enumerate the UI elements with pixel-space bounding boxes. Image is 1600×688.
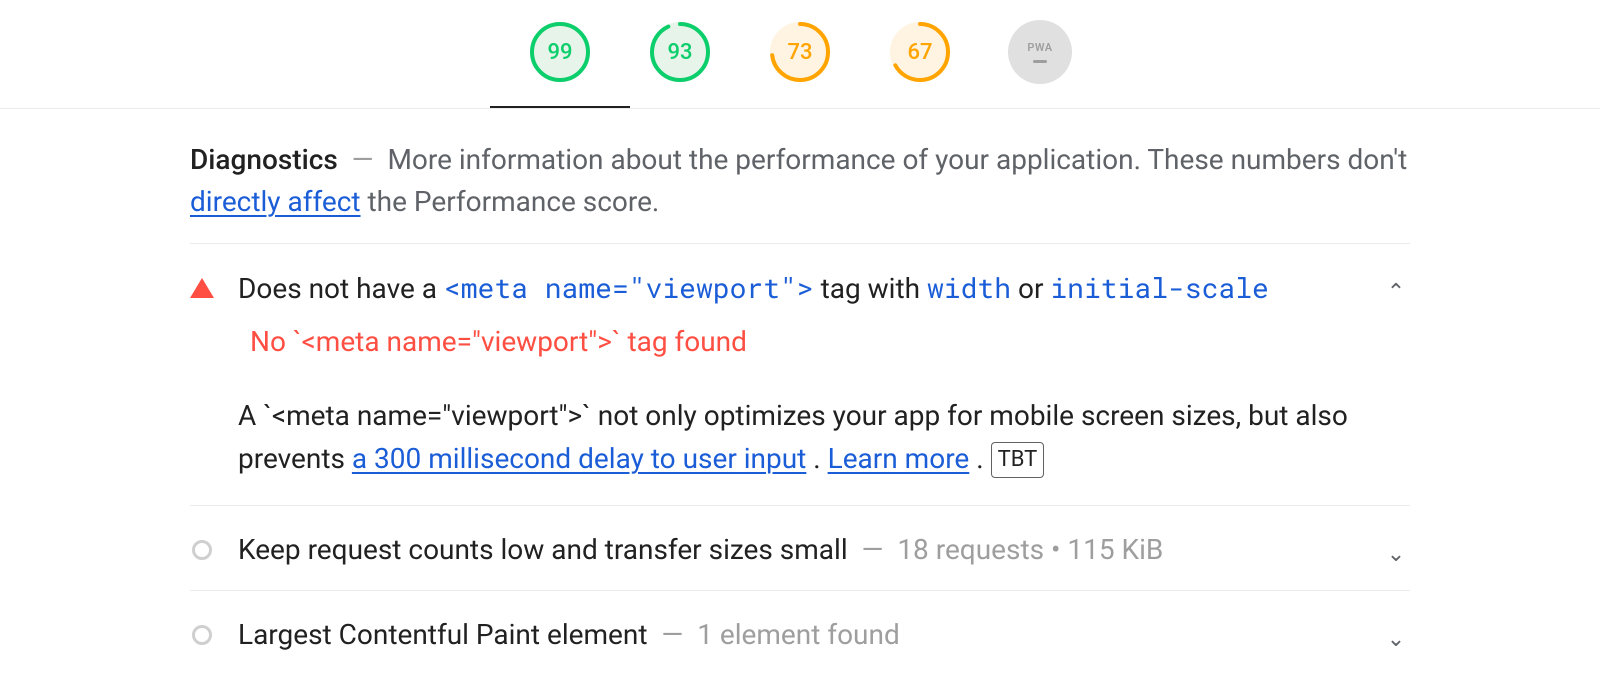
audit-dash: —: [862, 533, 884, 566]
pwa-dash-icon: [1033, 60, 1047, 63]
score-gauge-pwa[interactable]: PWA: [1008, 20, 1072, 84]
audit-viewport-error: No `<meta name="viewport">` tag found: [238, 310, 1358, 363]
audit-title-text: or: [1018, 272, 1050, 305]
audit-desc-text: .: [813, 442, 827, 475]
audit-viewport-description: A `<meta name="viewport">` not only opti…: [238, 364, 1358, 487]
score-value: 99: [528, 20, 592, 84]
triangle-error-icon: [190, 276, 214, 300]
audit-lcp-detail: 1 element found: [697, 618, 900, 651]
diagnostics-desc-after: the Performance score.: [367, 185, 659, 218]
audit-request-counts-title[interactable]: Keep request counts low and transfer siz…: [238, 528, 1358, 571]
diagnostics-link-directly-affect[interactable]: directly affect: [190, 185, 361, 218]
link-learn-more[interactable]: Learn more: [828, 442, 970, 475]
diagnostics-dash: —: [345, 143, 388, 176]
chevron-up-icon[interactable]: ⌃: [1382, 276, 1410, 310]
audit-lcp-title[interactable]: Largest Contentful Paint element — 1 ele…: [238, 613, 1358, 656]
audit-request-counts: Keep request counts low and transfer siz…: [190, 506, 1410, 591]
score-value: 93: [648, 20, 712, 84]
code-snippet: initial-scale: [1050, 269, 1268, 306]
circle-neutral-icon: [190, 538, 214, 562]
link-300ms-delay[interactable]: a 300 millisecond delay to user input: [352, 442, 806, 475]
score-gauge-best-practices[interactable]: 73: [768, 20, 832, 84]
audit-title-text: Keep request counts low and transfer siz…: [238, 533, 848, 566]
diagnostics-section: Diagnostics — More information about the…: [190, 109, 1410, 675]
score-value: 73: [768, 20, 832, 84]
score-gauge-accessibility[interactable]: 93: [648, 20, 712, 84]
pwa-label: PWA: [1027, 41, 1052, 54]
score-gauge-seo[interactable]: 67: [888, 20, 952, 84]
score-gauges: 99 93 73 67 PWA: [0, 0, 1600, 109]
chevron-down-icon[interactable]: ⌄: [1382, 538, 1410, 572]
tbt-badge: TBT: [991, 442, 1045, 478]
audit-title-text: Does not have a: [238, 272, 444, 305]
code-snippet: <meta name="viewport">: [444, 269, 814, 306]
score-value: 67: [888, 20, 952, 84]
chevron-down-icon[interactable]: ⌄: [1382, 623, 1410, 657]
diagnostics-desc-before: More information about the performance o…: [387, 143, 1407, 176]
code-snippet: width: [927, 269, 1011, 306]
diagnostics-title: Diagnostics: [190, 143, 338, 176]
audit-viewport: Does not have a <meta name="viewport"> t…: [190, 244, 1410, 506]
audit-desc-text: .: [976, 442, 990, 475]
audit-lcp-element: Largest Contentful Paint element — 1 ele…: [190, 591, 1410, 675]
diagnostics-header: Diagnostics — More information about the…: [190, 139, 1410, 244]
audit-title-text: Largest Contentful Paint element: [238, 618, 648, 651]
audit-viewport-title[interactable]: Does not have a <meta name="viewport"> t…: [238, 266, 1358, 310]
audit-request-counts-detail: 18 requests • 115 KiB: [897, 533, 1163, 566]
audit-title-text: tag with: [821, 272, 927, 305]
audit-dash: —: [661, 618, 683, 651]
score-gauge-performance[interactable]: 99: [528, 20, 592, 84]
circle-neutral-icon: [190, 623, 214, 647]
